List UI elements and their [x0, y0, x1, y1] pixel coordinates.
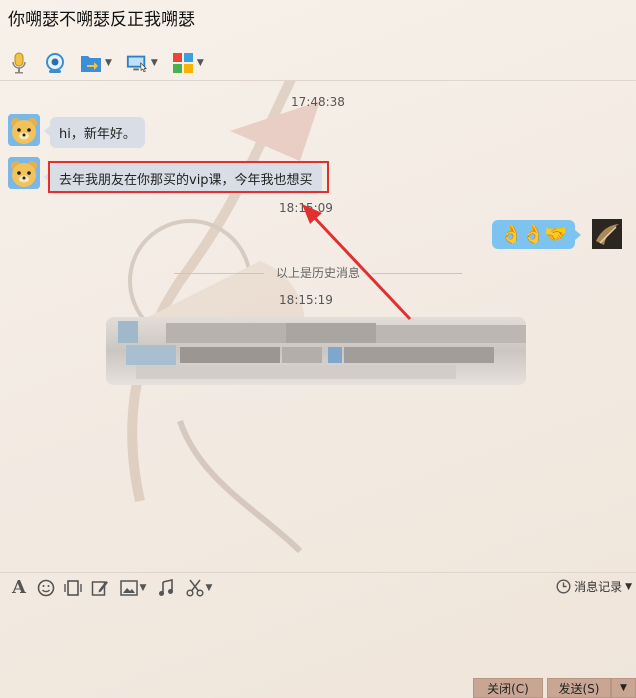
chevron-down-icon[interactable]: ▼	[625, 582, 632, 592]
message-history-label: 消息记录	[574, 580, 623, 594]
chat-toolbar: ▼ ▼ ▼	[8, 50, 218, 76]
microphone-icon	[8, 52, 30, 74]
chevron-down-icon: ▼	[620, 683, 627, 693]
file-transfer-icon	[80, 52, 102, 74]
close-button[interactable]: 关闭(C)	[473, 678, 543, 698]
font-icon: A	[12, 577, 26, 598]
shake-window-button[interactable]	[62, 577, 84, 599]
image-button[interactable]: ▼	[116, 577, 150, 599]
apps-icon	[172, 52, 194, 74]
send-options-button[interactable]: ▼	[611, 678, 636, 698]
video-call-button[interactable]	[44, 52, 66, 74]
window-title: 你嗍瑟不嗍瑟反正我嗍瑟	[8, 10, 195, 30]
input-toolbar: A ▼ ▼	[0, 572, 636, 602]
scissors-icon	[185, 579, 204, 597]
webcam-icon	[44, 52, 66, 74]
file-transfer-button[interactable]: ▼	[80, 52, 112, 74]
screenshot-button[interactable]: ▼	[182, 577, 216, 599]
font-button[interactable]: A	[8, 577, 30, 599]
apps-button[interactable]: ▼	[172, 52, 204, 74]
send-button[interactable]: 发送(S)	[547, 678, 611, 698]
music-button[interactable]	[155, 577, 177, 599]
chevron-down-icon[interactable]: ▼	[151, 58, 158, 68]
edit-icon	[91, 580, 108, 596]
doodle-button[interactable]	[89, 577, 111, 599]
chevron-down-icon[interactable]: ▼	[105, 58, 112, 68]
image-icon	[119, 579, 138, 596]
chat-history[interactable]: 17:48:38 hi，新年好。 去年我朋友在你那买的vip课，今年我也想买 1…	[0, 81, 636, 571]
message-history-button[interactable]: 消息记录 ▼	[556, 578, 632, 595]
annotation-arrow	[302, 204, 412, 321]
chevron-down-icon[interactable]: ▼	[206, 583, 213, 593]
clock-icon	[556, 579, 571, 594]
music-note-icon	[159, 578, 173, 596]
chevron-down-icon[interactable]: ▼	[197, 58, 204, 68]
shake-icon	[64, 579, 82, 596]
remote-desktop-icon	[126, 52, 148, 74]
voice-call-button[interactable]	[8, 52, 30, 74]
remote-desktop-button[interactable]: ▼	[126, 52, 158, 74]
chevron-down-icon[interactable]: ▼	[140, 583, 147, 593]
smiley-icon	[37, 579, 55, 596]
message-input[interactable]	[0, 602, 636, 676]
emoji-button[interactable]	[35, 577, 57, 599]
